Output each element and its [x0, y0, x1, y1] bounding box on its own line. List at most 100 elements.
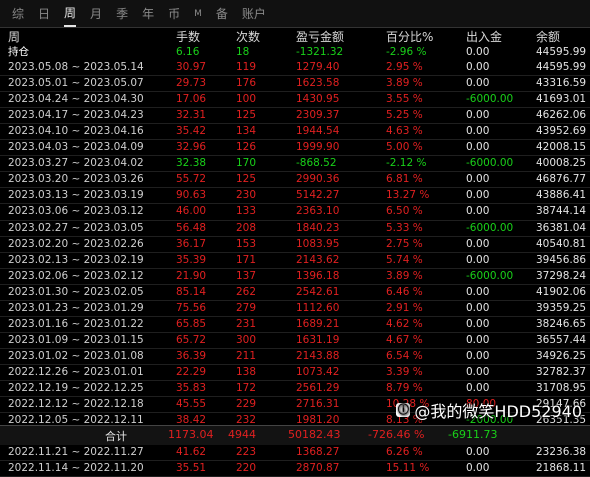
table-header: 周 手数 次数 盈亏金额 百分比% 出入金 余额: [0, 29, 590, 45]
cell-lots: 17.06: [168, 91, 228, 109]
cell-date: 2023.02.27 ~ 2023.03.05: [0, 220, 168, 237]
cell-balance: 46262.06: [528, 107, 590, 125]
cell-flow: -6000.00: [458, 155, 528, 173]
cell-lots: 22.29: [168, 364, 228, 381]
cell-pnl: 1840.23: [288, 220, 378, 237]
header-count[interactable]: 次数: [228, 29, 288, 45]
header-balance[interactable]: 余额: [528, 29, 590, 45]
cell-balance: 36381.04: [528, 220, 590, 237]
position-row[interactable]: 持仓 6.16 18 -1321.32 -2.96 % 0.00 44595.9…: [0, 45, 590, 60]
cell-balance: 40540.81: [528, 236, 590, 253]
header-pnl[interactable]: 盈亏金额: [288, 29, 378, 45]
cell-pnl: 1430.95: [288, 91, 378, 109]
table-row[interactable]: 2023.04.03 ~ 2023.04.09 32.96 126 1999.90 5.…: [0, 139, 590, 157]
cell-percent: 15.11 %: [378, 460, 458, 477]
table-row[interactable]: 2022.12.19 ~ 2022.12.25 35.83 172 2561.29 8.…: [0, 380, 590, 398]
cell-percent: 5.25 %: [378, 107, 458, 125]
cell-count: 134: [228, 123, 288, 141]
header-week[interactable]: 周: [0, 29, 168, 45]
table-row[interactable]: 2023.02.20 ~ 2023.02.26 36.17 153 1083.95 2.…: [0, 236, 590, 253]
cell-date: 2023.01.30 ~ 2023.02.05: [0, 284, 168, 301]
cell-balance: 37298.24: [528, 268, 590, 285]
cell-pnl: 2716.31: [288, 396, 378, 414]
header-percent[interactable]: 百分比%: [378, 29, 458, 45]
cell-percent: 5.00 %: [378, 139, 458, 157]
table-row[interactable]: 2023.03.20 ~ 2023.03.26 55.72 125 2990.36 6.…: [0, 171, 590, 189]
cell-percent: 5.33 %: [378, 220, 458, 237]
table-row[interactable]: 2022.11.21 ~ 2022.11.27 41.62 223 1368.27 6.…: [0, 444, 590, 462]
cell-flow: 0.00: [458, 123, 528, 141]
cell-count: 262: [228, 284, 288, 301]
cell-count: 100: [228, 91, 288, 109]
cell-date: 2023.05.01 ~ 2023.05.07: [0, 75, 168, 93]
cell-balance: 38246.65: [528, 316, 590, 333]
tab-1[interactable]: 日: [38, 0, 50, 28]
table-row[interactable]: 2023.05.01 ~ 2023.05.07 29.73 176 1623.58 3.…: [0, 75, 590, 93]
cell-date: 2023.04.10 ~ 2023.04.16: [0, 123, 168, 141]
cell-flow: 0.00: [458, 236, 528, 253]
cell-date: 2022.11.14 ~ 2022.11.20: [0, 460, 168, 477]
cell-balance: 40008.25: [528, 155, 590, 173]
header-lots[interactable]: 手数: [168, 29, 228, 45]
cell-count: 125: [228, 171, 288, 189]
cell-balance: 32782.37: [528, 364, 590, 381]
table-row[interactable]: 2023.01.23 ~ 2023.01.29 75.56 279 1112.60 2.…: [0, 300, 590, 317]
position-flow: 0.00: [466, 46, 490, 59]
cell-lots: 65.85: [168, 316, 228, 333]
cell-lots: 75.56: [168, 300, 228, 317]
table-row[interactable]: 2023.03.13 ~ 2023.03.19 90.63 230 5142.27 13…: [0, 187, 590, 205]
cell-percent: 13.27 %: [378, 187, 458, 205]
tab-0[interactable]: 综: [12, 0, 24, 28]
cell-balance: 41902.06: [528, 284, 590, 301]
cell-lots: 21.90: [168, 268, 228, 285]
tab-8[interactable]: 备: [216, 0, 228, 28]
table-row[interactable]: 2023.01.16 ~ 2023.01.22 65.85 231 1689.21 4.…: [0, 316, 590, 333]
cell-percent: 6.26 %: [378, 444, 458, 462]
cell-balance: 31708.95: [528, 380, 590, 398]
cell-date: 2023.01.23 ~ 2023.01.29: [0, 300, 168, 317]
table-row[interactable]: 2023.05.08 ~ 2023.05.14 30.97 119 1279.40 2.…: [0, 60, 590, 77]
tab-2[interactable]: 周: [64, 1, 77, 27]
table-row[interactable]: 2023.04.24 ~ 2023.04.30 17.06 100 1430.95 3.…: [0, 91, 590, 109]
cell-count: 211: [228, 348, 288, 365]
table-row[interactable]: 2023.03.06 ~ 2023.03.12 46.00 133 2363.10 6.…: [0, 203, 590, 221]
table-row[interactable]: 2023.04.17 ~ 2023.04.23 32.31 125 2309.37 5.…: [0, 107, 590, 125]
tab-4[interactable]: 季: [116, 0, 128, 28]
table-row[interactable]: 2023.01.02 ~ 2023.01.08 36.39 211 2143.88 6.…: [0, 348, 590, 365]
table-row[interactable]: 2023.04.10 ~ 2023.04.16 35.42 134 1944.54 4.…: [0, 123, 590, 141]
tab-9[interactable]: 账户: [242, 0, 266, 28]
position-lots: 6.16: [176, 46, 200, 59]
cell-count: 170: [228, 155, 288, 173]
tab-5[interactable]: 年: [142, 0, 154, 28]
cell-flow: 0.00: [458, 460, 528, 477]
table-row[interactable]: 2023.03.27 ~ 2023.04.02 32.38 170 -868.52 -2…: [0, 155, 590, 173]
cell-pnl: 1944.54: [288, 123, 378, 141]
table-row[interactable]: 2023.02.06 ~ 2023.02.12 21.90 137 1396.18 3.…: [0, 268, 590, 285]
table-row[interactable]: 2022.11.14 ~ 2022.11.20 35.51 220 2870.87 15…: [0, 460, 590, 477]
cell-pnl: 2561.29: [288, 380, 378, 398]
watermark: ⓘ @我的微笑HDD52940: [396, 398, 582, 422]
cell-pnl: -868.52: [288, 155, 378, 173]
cell-count: 279: [228, 300, 288, 317]
table-row[interactable]: 2022.12.26 ~ 2023.01.01 22.29 138 1073.42 3.…: [0, 364, 590, 381]
table-row[interactable]: 2023.02.27 ~ 2023.03.05 56.48 208 1840.23 5.…: [0, 220, 590, 237]
tab-3[interactable]: 月: [90, 0, 102, 28]
table-row[interactable]: 2023.02.13 ~ 2023.02.19 35.39 171 2143.62 5.…: [0, 252, 590, 269]
tab-6[interactable]: 币: [168, 0, 180, 28]
tab-7[interactable]: M: [194, 0, 202, 28]
cell-lots: 32.31: [168, 107, 228, 125]
cell-flow: 0.00: [458, 139, 528, 157]
cell-lots: 46.00: [168, 203, 228, 221]
cell-count: 231: [228, 316, 288, 333]
header-flow[interactable]: 出入金: [458, 29, 528, 45]
table-row[interactable]: 2023.01.30 ~ 2023.02.05 85.14 262 2542.61 6.…: [0, 284, 590, 301]
cell-lots: 65.72: [168, 332, 228, 349]
cell-pnl: 1073.42: [288, 364, 378, 381]
cell-count: 125: [228, 107, 288, 125]
cell-pnl: 2363.10: [288, 203, 378, 221]
watermark-text: @我的微笑HDD52940: [414, 402, 582, 421]
table-row[interactable]: 2023.01.09 ~ 2023.01.15 65.72 300 1631.19 4.…: [0, 332, 590, 349]
cell-count: 220: [228, 460, 288, 477]
cell-lots: 29.73: [168, 75, 228, 93]
cell-date: 2022.11.21 ~ 2022.11.27: [0, 444, 168, 462]
